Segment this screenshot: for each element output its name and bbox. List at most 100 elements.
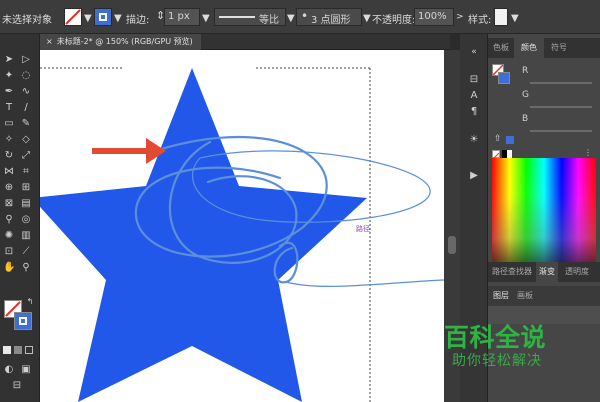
eraser-tool-icon[interactable]: ◇ [20,134,32,146]
document-tab-bar: × 未标题-2* @ 150% (RGB/GPU 预览) [40,34,450,50]
screen-mode-icon[interactable]: ▣ [20,364,32,376]
collapse-panel-icon[interactable]: « [468,46,480,58]
none-swatch[interactable] [492,150,500,160]
tab-swatches[interactable]: 色板 [490,38,512,58]
eyedropper-tool-icon[interactable]: ⚲ [3,214,15,226]
tab-symbols[interactable]: 符号 [548,38,570,58]
stroke-weight-dropdown-icon[interactable]: ▼ [202,13,210,24]
stroke-weight-value: 1 px [168,11,190,22]
fill-swatch[interactable] [64,8,82,26]
selection-tool-icon[interactable]: ➤ [3,54,15,66]
channel-g-slider[interactable] [530,106,592,108]
stroke-swatch[interactable] [94,8,112,26]
mesh-tool-icon[interactable]: ⊠ [3,198,15,210]
width-tool-icon[interactable]: ⋈ [3,166,15,178]
paragraph-panel-icon[interactable]: ¶ [468,106,480,118]
pen-tool-icon[interactable]: ✒ [3,86,15,98]
layers-panel-tabs: 图层 画板 [488,286,600,306]
brush-definition[interactable]: • 3 点圆形 [296,8,362,26]
edit-toolbar-icon[interactable]: ⊟ [11,380,23,392]
gradient-tool-icon[interactable]: ▤ [20,198,32,210]
style-label: 样式: [468,15,492,26]
scale-tool-icon[interactable]: ⤢ [20,150,32,162]
brush-dropdown-icon[interactable]: ▼ [363,13,371,24]
swap-fill-stroke-icon[interactable]: ↰ [24,296,36,308]
color-mode-icon[interactable] [3,346,11,354]
draw-mode-icon[interactable]: ◐ [3,364,15,376]
rectangle-tool-icon[interactable]: ▭ [3,118,15,130]
tab-artboards[interactable]: 画板 [514,286,536,306]
watermark-subtitle: 助你轻松解决 [452,353,542,369]
symbol-sprayer-tool-icon[interactable]: ✺ [3,230,15,242]
zoom-tool-icon[interactable]: ⚲ [20,262,32,274]
stroke-box-icon [99,13,107,21]
none-fill-icon [65,9,81,25]
fill-dropdown-icon[interactable]: ▼ [84,13,92,24]
stroke-indicator[interactable] [14,312,32,330]
tab-transparency[interactable]: 透明度 [562,262,592,282]
tab-layers[interactable]: 图层 [490,286,512,306]
pathfinder-panel-tabs: 路径查找器 渐变 透明度 [488,262,600,282]
stroke-weight-field[interactable]: 1 px [164,8,200,26]
opacity-expand-icon[interactable]: > [456,12,464,22]
play-action-icon[interactable]: ▶ [468,170,480,182]
rotate-tool-icon[interactable]: ↻ [3,150,15,162]
line-tool-icon[interactable]: / [20,102,32,114]
panel-stroke-swatch[interactable] [498,72,510,84]
stroke-label: 描边: [126,15,150,26]
stroke-dropdown-icon[interactable]: ▼ [114,13,122,24]
perspective-grid-tool-icon[interactable]: ⊞ [20,182,32,194]
document-tab[interactable]: × 未标题-2* @ 150% (RGB/GPU 预览) [40,34,201,50]
channel-b-slider[interactable] [530,130,592,132]
tab-color[interactable]: 颜色 [514,38,544,58]
variable-width-profile[interactable]: 等比 [214,8,286,26]
chart-tool-icon[interactable]: ▥ [20,230,32,242]
profile-label: 等比 [259,15,279,26]
color-panel-menu-icon[interactable]: ⋮ [584,148,592,157]
profile-dropdown-icon[interactable]: ▼ [287,13,295,24]
tab-pathfinder[interactable]: 路径查找器 [490,262,534,282]
shaper-tool-icon[interactable]: ✧ [3,134,15,146]
opacity-value: 100% [418,11,447,22]
type-tool-icon[interactable]: T [3,102,15,114]
slice-tool-icon[interactable]: ⟋ [20,246,32,258]
close-icon[interactable]: × [46,37,53,46]
brush-dot-icon: • [301,9,309,23]
color-panel-tabs: 色板 颜色 符号 [488,38,600,58]
selection-status: 未选择对象 [2,15,52,26]
artboard-canvas[interactable]: 路径 [40,50,444,402]
curvature-tool-icon[interactable]: ∿ [20,86,32,98]
brush-label: 3 点圆形 [311,15,351,26]
red-arrow-annotation [92,138,166,164]
path-hover-label: 路径 [356,224,370,233]
appearance-panel-icon[interactable]: ☀ [468,134,480,146]
opacity-label: 不透明度: [372,15,416,26]
style-swatch[interactable] [494,8,508,26]
opacity-field[interactable]: 100% [414,8,454,26]
lasso-tool-icon[interactable]: ◌ [20,70,32,82]
brush-tool-icon[interactable]: ✎ [20,118,32,130]
scrollbar-thumb[interactable] [448,236,456,254]
star-shape[interactable] [40,68,367,402]
none-mode-icon[interactable] [25,346,33,354]
magic-wand-tool-icon[interactable]: ✦ [3,70,15,82]
document-tab-title: 未标题-2* @ 150% (RGB/GPU 预览) [56,37,193,46]
channel-r-label: R [522,66,529,76]
gradient-mode-icon[interactable] [14,346,22,354]
blend-tool-icon[interactable]: ◎ [20,214,32,226]
black-white-swatch[interactable] [502,150,512,158]
shape-builder-icon[interactable]: ⊕ [3,182,15,194]
tab-gradient[interactable]: 渐变 [536,262,558,282]
path-stroke-tail [285,279,444,287]
free-transform-tool-icon[interactable]: ⌗ [20,166,32,178]
channel-g-label: G [522,90,529,100]
style-dropdown-icon[interactable]: ▼ [511,13,519,24]
direct-selection-tool-icon[interactable]: ▷ [20,54,32,66]
artboard-tool-icon[interactable]: ⊡ [3,246,15,258]
character-panel-icon[interactable]: A [468,90,480,102]
channel-r-slider[interactable] [530,82,592,84]
hand-tool-icon[interactable]: ✋ [3,262,15,274]
profile-line-icon [219,16,255,18]
properties-panel-icon[interactable]: ⊟ [468,74,480,86]
control-bar: 未选择对象 ▼ ▼ 描边: ⇕ 1 px ▼ 等比 ▼ • 3 点圆形 ▼ 不透… [0,0,600,34]
